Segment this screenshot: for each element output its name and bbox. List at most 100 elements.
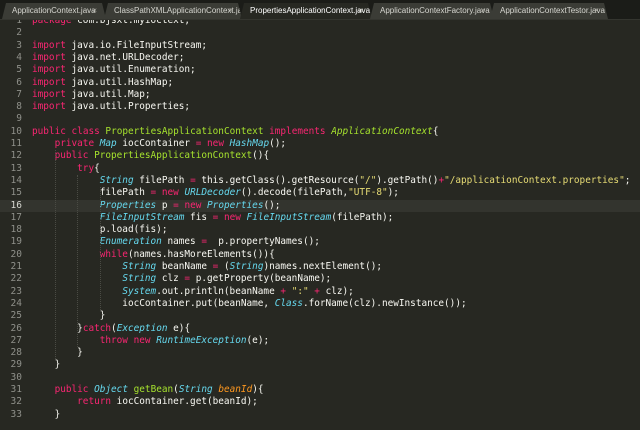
code-token: FileInputStream xyxy=(246,211,332,223)
code-token: ( xyxy=(218,261,230,272)
code-token: )names.nextElement(); xyxy=(263,261,382,272)
code-line[interactable]: import java.io.FileInputStream; xyxy=(32,40,207,52)
code-line[interactable]: } xyxy=(32,347,83,359)
code-token: FileInputStream xyxy=(99,211,185,223)
code-line[interactable]: return iocContainer.get(beanId); xyxy=(32,396,258,408)
line-number: 18 xyxy=(10,224,22,236)
code-line[interactable]: import java.util.Enumeration; xyxy=(32,64,196,76)
code-line[interactable]: iocContainer.put(beanName, Class.forName… xyxy=(32,297,467,310)
code-token: clz); xyxy=(319,285,354,297)
tab-application-context[interactable]: ApplicationContext.java × xyxy=(2,3,106,19)
tab-application-context-factory[interactable]: ApplicationContextFactory.java × xyxy=(370,3,494,19)
close-icon[interactable]: × xyxy=(480,3,485,19)
code-token: import xyxy=(32,76,66,88)
line-number: 5 xyxy=(16,64,22,76)
line-number: 19 xyxy=(10,236,22,248)
line-number: 12 xyxy=(10,150,22,162)
line-number: 32 xyxy=(10,396,22,408)
code-token: java.util.HashMap; xyxy=(65,76,174,88)
close-icon[interactable]: × xyxy=(228,3,233,19)
code-line[interactable]: try{ xyxy=(32,163,100,175)
code-line[interactable]: throw new RuntimeException(e); xyxy=(32,335,269,347)
code-line[interactable]: private Map iocContainer = new HashMap()… xyxy=(32,138,287,150)
line-number: 21 xyxy=(10,261,22,272)
code-line[interactable]: String filePath = this.getClass().getRes… xyxy=(32,174,631,187)
tab-application-context-testor[interactable]: ApplicationContextTestor.java × xyxy=(490,3,608,19)
code-line[interactable]: } xyxy=(32,408,61,421)
code-token: while xyxy=(99,248,128,260)
code-token: new xyxy=(223,211,241,223)
code-line[interactable]: package com.bjsxt.myioctext; xyxy=(32,20,190,27)
line-number: 16 xyxy=(10,199,22,211)
code-token: "UTF-8" xyxy=(348,187,388,199)
code-line[interactable]: public Object getBean(String beanId){ xyxy=(32,384,264,396)
code-token: p.getProperty(beanName); xyxy=(190,273,332,285)
code-token: } xyxy=(32,310,106,322)
code-token: (filePath); xyxy=(331,211,394,223)
code-line[interactable]: System.out.println(beanName + ":" + clz)… xyxy=(32,286,354,298)
code-line[interactable]: import java.util.Map; xyxy=(32,89,151,101)
code-token: iocContainer.put(beanName, xyxy=(32,297,275,309)
code-token: public xyxy=(54,150,89,162)
code-line[interactable]: }catch(Exception e){ xyxy=(32,323,190,335)
code-token: import xyxy=(32,51,66,63)
code-line[interactable]: public PropertiesApplicationContext(){ xyxy=(32,150,270,162)
line-number: 24 xyxy=(10,297,22,309)
code-token: (); xyxy=(269,138,287,149)
close-icon[interactable]: × xyxy=(358,3,363,19)
code-token: } xyxy=(32,322,83,334)
tab-classpath-xml-application-context[interactable]: ClassPathXMLApplicationContext.java × xyxy=(104,3,242,19)
code-token: .forName(clz).newInstance()); xyxy=(302,297,467,309)
code-token: String xyxy=(99,174,134,186)
code-token: ){ xyxy=(252,384,264,395)
code-line[interactable]: public class PropertiesApplicationContex… xyxy=(32,126,439,138)
code-line[interactable]: filePath = new URLDecoder().decode(fileP… xyxy=(32,187,399,199)
code-line[interactable]: Properties p = new Properties(); xyxy=(32,199,281,212)
code-token: Exception xyxy=(116,322,168,334)
code-token: names xyxy=(161,236,202,248)
code-token: } xyxy=(32,347,83,359)
code-token: Object xyxy=(94,384,128,395)
code-line[interactable]: while(names.hasMoreElements()){ xyxy=(32,249,275,261)
code-line[interactable]: } xyxy=(32,310,106,322)
code-editor[interactable]: 1 2 3 4 5 6 7 8 9 10 11 12 13 14 15 16 17 18 19 20 21 22 23 24 2… xyxy=(0,20,640,430)
code-token: "/applicationContext.properties" xyxy=(444,174,625,186)
line-number: 30 xyxy=(10,371,22,383)
indent-guide xyxy=(100,187,102,311)
code-token: PropertiesApplicationContext xyxy=(105,125,264,137)
line-number: 26 xyxy=(10,322,22,334)
code-token: URLDecoder xyxy=(184,187,241,199)
code-token: Properties xyxy=(99,199,157,211)
code-line[interactable]: import java.net.URLDecoder; xyxy=(32,52,184,64)
close-icon[interactable]: × xyxy=(92,3,97,19)
code-token: this.getClass().getResource( xyxy=(195,174,360,186)
code-token: new xyxy=(184,199,202,211)
code-line[interactable]: } xyxy=(32,359,61,371)
code-token: RuntimeException xyxy=(156,334,247,346)
line-number-gutter: 1 2 3 4 5 6 7 8 9 10 11 12 13 14 15 16 17 18 19 20 21 22 23 24 2… xyxy=(0,20,22,430)
code-token: p xyxy=(156,199,174,211)
code-token: beanName xyxy=(156,261,213,272)
line-number: 6 xyxy=(16,76,22,88)
line-number: 4 xyxy=(16,51,22,63)
code-token: } xyxy=(32,408,61,420)
close-icon[interactable]: × xyxy=(594,3,599,19)
code-line[interactable]: import java.util.Properties; xyxy=(32,101,190,113)
code-line[interactable]: import java.util.HashMap; xyxy=(32,77,173,89)
code-token: p.propertyNames(); xyxy=(207,236,320,248)
line-number: 17 xyxy=(10,211,22,223)
code-token: (); xyxy=(263,199,281,211)
code-token: (e); xyxy=(246,334,270,346)
code-line[interactable]: Enumeration names = p.propertyNames(); xyxy=(32,236,320,248)
code-line[interactable]: String beanName = (String)names.nextElem… xyxy=(32,261,382,273)
line-number: 25 xyxy=(10,310,22,322)
code-token: Enumeration xyxy=(99,236,162,248)
code-line[interactable]: FileInputStream fis = new FileInputStrea… xyxy=(32,211,394,224)
line-number: 11 xyxy=(10,138,22,149)
tab-properties-application-context[interactable]: PropertiesApplicationContext.java × xyxy=(240,3,372,19)
code-token: new xyxy=(207,138,224,149)
